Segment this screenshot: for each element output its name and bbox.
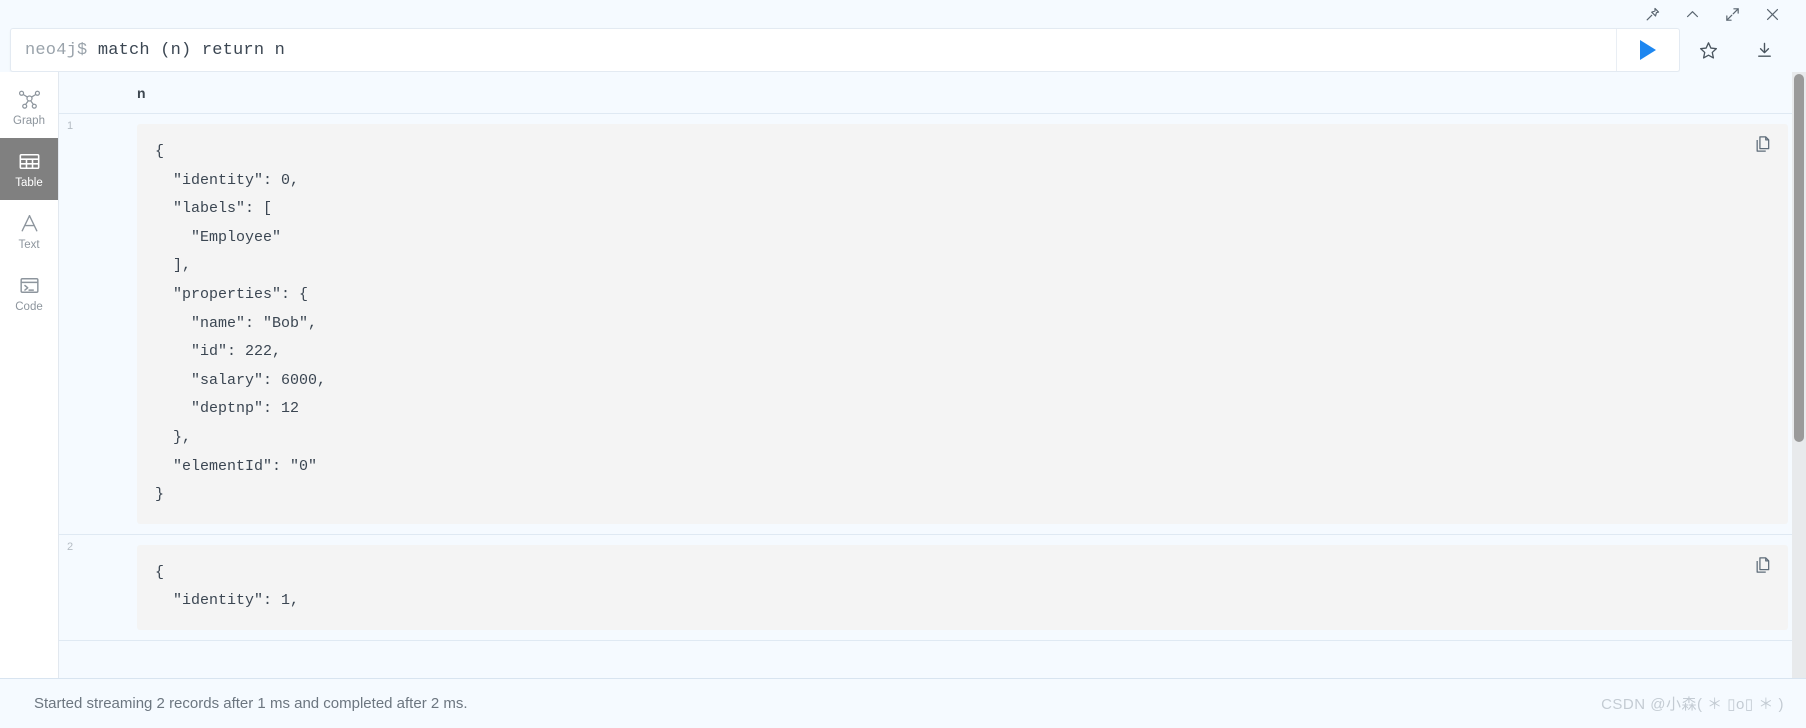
query-editor-bar: neo4j$ match (n) return n [0,28,1806,72]
rows-scroll-area[interactable]: 1 { "identity": 0, "labels": [ "Employee… [59,114,1806,678]
sidebar-item-code[interactable]: Code [0,262,58,324]
code-icon [17,272,42,298]
query-input[interactable]: neo4j$ match (n) return n [11,41,1616,60]
close-icon[interactable] [1752,1,1792,27]
sidebar-item-label: Text [18,239,40,252]
chevron-up-icon[interactable] [1672,1,1712,27]
text-icon [17,210,42,236]
results-table: n 1 { "identity": 0, "labels": [ "Employ… [59,72,1806,678]
sidebar-item-label: Code [15,301,43,314]
query-input-box[interactable]: neo4j$ match (n) return n [10,28,1680,72]
table-row: 1 { "identity": 0, "labels": [ "Employee… [59,114,1806,535]
copy-icon[interactable] [1752,134,1774,156]
editor-actions [1680,28,1792,72]
query-prompt: neo4j$ [25,40,98,60]
sidebar-item-label: Graph [13,115,45,128]
row-json: { "identity": 0, "labels": [ "Employee" … [155,143,327,504]
row-json: { "identity": 1, [155,563,300,610]
watermark: CSDN @小森( ＊ ▯o▯ ＊ ) [1601,696,1784,713]
sidebar-item-label: Table [15,177,43,190]
row-json-card: { "identity": 0, "labels": [ "Employee" … [137,124,1788,524]
column-name: n [137,84,146,101]
status-message: Started streaming 2 records after 1 ms a… [34,695,468,712]
sidebar-item-table[interactable]: Table [0,138,58,200]
row-number: 1 [67,120,74,132]
expand-icon[interactable] [1712,1,1752,27]
table-column-header: n [59,72,1806,114]
copy-icon[interactable] [1752,555,1774,577]
status-bar: Started streaming 2 records after 1 ms a… [0,678,1806,728]
pin-icon[interactable] [1632,1,1672,27]
row-json-card: { "identity": 1, [137,544,1788,630]
sidebar-item-text[interactable]: Text [0,200,58,262]
query-text: match (n) return n [97,40,286,60]
result-body: Graph Table Text Code n 1 {"identity": … [0,72,1806,678]
neo4j-browser-window: neo4j$ match (n) return n Graph Table Te… [0,0,1806,728]
scrollbar-thumb[interactable] [1794,74,1804,442]
run-query-button[interactable] [1616,29,1679,71]
play-icon [1640,40,1656,60]
row-number: 2 [67,540,74,553]
table-icon [17,148,42,174]
sidebar-item-graph[interactable]: Graph [0,76,58,138]
table-row: 2 { "identity": 1, [59,534,1806,641]
graph-icon [17,86,42,112]
vertical-scrollbar[interactable] [1792,72,1806,678]
window-titlebar [0,0,1806,28]
favorite-star-icon[interactable] [1691,33,1725,67]
download-icon[interactable] [1747,33,1781,67]
view-mode-sidebar: Graph Table Text Code [0,72,59,678]
